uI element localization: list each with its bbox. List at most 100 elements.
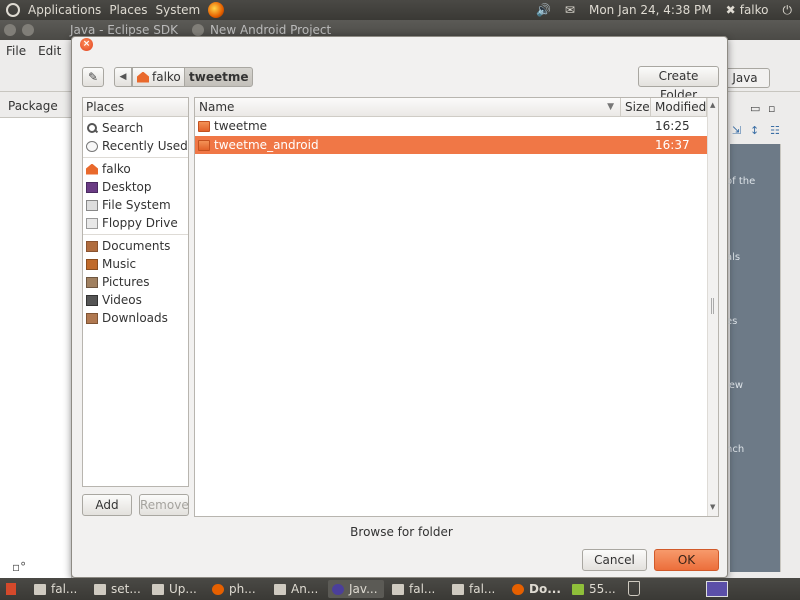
minimize-icon[interactable]: ▭	[750, 102, 760, 115]
places-item-label: Desktop	[102, 180, 152, 194]
places-header[interactable]: Places	[83, 98, 188, 117]
breadcrumb-falko[interactable]: falko	[132, 67, 186, 87]
floppy-drive-icon	[86, 217, 98, 229]
places-item-desktop[interactable]: Desktop	[83, 178, 188, 196]
type-location-button[interactable]: ✎	[82, 67, 104, 87]
task-firefox-1[interactable]: ph...	[208, 580, 266, 598]
outline-toolbar: ▭ ▫ ⇲ ↕ ☷	[730, 100, 800, 140]
fast-view-icon[interactable]: ▫°	[12, 560, 26, 574]
firefox-launcher-icon[interactable]	[208, 2, 225, 18]
task-terminal-2[interactable]: fal...	[388, 580, 446, 598]
scroll-down-icon[interactable]: ▼	[710, 503, 715, 511]
applications-menu[interactable]: Applications	[28, 3, 101, 17]
volume-icon[interactable]: 🔊	[536, 3, 551, 17]
package-explorer-tab[interactable]: Package	[0, 94, 72, 118]
task-android[interactable]: An...	[270, 580, 324, 598]
column-header-name[interactable]: Name ▼	[195, 98, 621, 117]
places-item-label: Pictures	[102, 275, 150, 289]
task-terminal-3[interactable]: fal...	[448, 580, 506, 598]
user-menu[interactable]: ✖ falko	[726, 3, 769, 17]
task-eclipse[interactable]: Jav...	[328, 580, 384, 598]
places-item-music[interactable]: Music	[83, 255, 188, 273]
android-icon	[572, 583, 584, 595]
file-list: Name ▼ Size Modified tweetme 16:25 tweet…	[194, 97, 719, 517]
places-item-falko[interactable]: falko	[83, 160, 188, 178]
places-item-pictures[interactable]: Pictures	[83, 273, 188, 291]
scroll-up-icon[interactable]: ▲	[710, 101, 715, 109]
eclipse-subtitle: New Android Project	[209, 23, 332, 37]
help-text-5: nch	[726, 444, 745, 455]
places-item-label: Search	[102, 121, 144, 135]
places-item-downloads[interactable]: Downloads	[83, 309, 188, 327]
places-separator	[83, 232, 188, 235]
places-item-search[interactable]: Search	[83, 119, 188, 137]
firefox-icon	[212, 583, 224, 595]
places-item-label: File System	[102, 198, 171, 212]
task-label: fal...	[51, 582, 78, 596]
download-icon	[274, 583, 286, 595]
table-row[interactable]: tweetme_android 16:37	[195, 136, 707, 154]
power-icon[interactable]: ⏻	[783, 3, 793, 18]
task-terminal-1[interactable]: fal...	[30, 580, 90, 598]
sort-descending-icon: ▼	[607, 102, 614, 112]
column-header-size[interactable]: Size	[621, 98, 651, 117]
places-menu[interactable]: Places	[109, 3, 147, 17]
dialog-close-icon[interactable]: ×	[80, 38, 93, 51]
places-item-label: Music	[102, 257, 137, 271]
menu-file[interactable]: File	[6, 44, 26, 58]
maximize-icon[interactable]: ▫	[768, 102, 775, 115]
workspace-switcher-icon[interactable]	[706, 581, 728, 597]
menu-edit[interactable]: Edit	[38, 44, 61, 58]
task-update[interactable]: Up...	[148, 580, 204, 598]
ok-button[interactable]: OK	[654, 549, 719, 571]
dialog-status-text: Browse for folder	[350, 525, 453, 539]
eclipse-close-icon[interactable]	[4, 24, 16, 36]
places-item-label: Recently Used	[102, 139, 188, 153]
places-item-file-system[interactable]: File System	[83, 196, 188, 214]
remove-bookmark-button[interactable]: Remove	[139, 494, 189, 516]
top-panel: Applications Places System 🔊 ✉ Mon Jan 2…	[0, 0, 800, 20]
clock[interactable]: Mon Jan 24, 4:38 PM	[589, 3, 712, 17]
desktop-icon	[86, 181, 98, 193]
scrollbar-grip[interactable]	[711, 298, 714, 314]
view-menu-icon[interactable]: ☷	[770, 124, 780, 137]
column-header-modified[interactable]: Modified	[651, 98, 707, 117]
path-scroll-left-button[interactable]: ◀	[114, 67, 132, 87]
arrow-left-icon: ◀	[119, 72, 127, 82]
create-folder-button[interactable]: Create Folder	[638, 66, 719, 102]
places-item-videos[interactable]: Videos	[83, 291, 188, 309]
task-label: Up...	[169, 582, 197, 596]
places-item-floppy-drive[interactable]: Floppy Drive	[83, 214, 188, 232]
ubuntu-logo-icon[interactable]	[6, 3, 20, 17]
pencil-icon: ✎	[87, 70, 99, 84]
task-firefox-2[interactable]: Do...	[508, 580, 566, 598]
collapse-icon[interactable]: ⇲	[732, 124, 741, 137]
terminal-icon	[392, 583, 404, 595]
tab-close-icon[interactable]	[191, 24, 204, 36]
eclipse-minimize-icon[interactable]	[22, 24, 34, 36]
eclipse-title: Java - Eclipse SDK	[70, 23, 178, 37]
cancel-button[interactable]: Cancel	[582, 549, 647, 571]
add-bookmark-button[interactable]: Add	[82, 494, 132, 516]
places-item-label: Documents	[102, 239, 171, 253]
breadcrumb-tweetme[interactable]: tweetme	[184, 67, 254, 87]
file-modified: 16:25	[655, 119, 690, 133]
show-desktop-icon[interactable]	[6, 583, 16, 595]
terminal-icon	[34, 583, 46, 595]
file-list-scrollbar[interactable]: ▲ ▼	[707, 98, 718, 516]
sort-icon[interactable]: ↕	[750, 124, 759, 137]
places-panel: Places Search Recently Used falko Deskto…	[82, 97, 189, 487]
mail-icon[interactable]: ✉	[565, 3, 575, 17]
places-item-documents[interactable]: Documents	[83, 237, 188, 255]
task-label: set...	[111, 582, 141, 596]
task-settings[interactable]: set...	[90, 580, 144, 598]
bottom-taskbar: fal... set... Up... ph... An... Jav... f…	[0, 578, 800, 600]
system-menu[interactable]: System	[155, 3, 200, 17]
table-row[interactable]: tweetme 16:25	[195, 117, 707, 135]
places-item-recently-used[interactable]: Recently Used	[83, 137, 188, 155]
trash-icon[interactable]	[628, 581, 640, 596]
folder-icon	[198, 120, 210, 132]
help-scrollbar[interactable]	[780, 144, 798, 572]
places-item-label: Downloads	[102, 311, 168, 325]
task-android-sdk[interactable]: 55...	[568, 580, 622, 598]
